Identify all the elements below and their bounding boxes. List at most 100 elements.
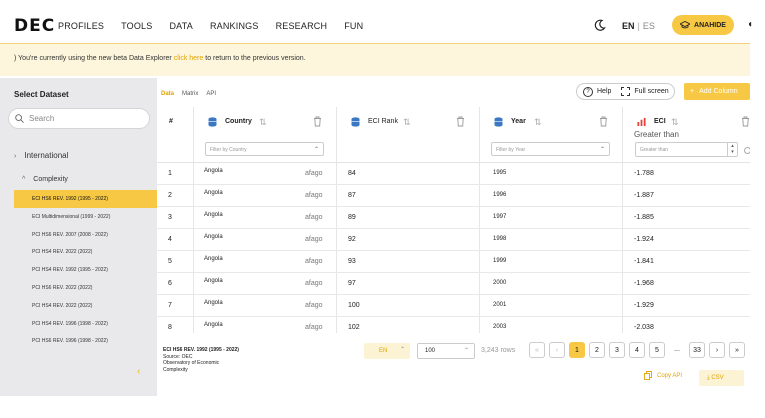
tab-matrix[interactable]: Matrix [182, 91, 198, 97]
nav-fun[interactable]: FUN [344, 21, 363, 31]
help-button[interactable]: Help [597, 88, 611, 95]
nav-profiles[interactable]: PROFILES [58, 21, 104, 31]
oec-logo[interactable]: DEC [14, 16, 55, 36]
table-row[interactable]: 3 Angola afago 89 1997 -1.885 [157, 207, 750, 229]
cell-country-id: afago [305, 236, 323, 243]
collapse-sidebar-icon[interactable]: ‹ [137, 366, 140, 377]
cell-year: 1996 [493, 192, 507, 198]
first-page-button[interactable]: « [529, 342, 545, 358]
dataset-search-input[interactable]: Search [8, 108, 150, 129]
page-button[interactable]: 4 [629, 342, 645, 358]
cell-year: 1998 [493, 236, 507, 242]
tree-group-complexity[interactable]: ^ Complexity [22, 176, 68, 183]
tree-group-international[interactable]: › International [14, 151, 68, 160]
banner-link[interactable]: click here [174, 55, 204, 62]
dataset-item[interactable]: PCI HS4 REV. 2022 (2022) [14, 297, 157, 315]
view-tabs: Data Matrix API [161, 91, 216, 97]
banner-text: ) You're currently using the new beta Da… [14, 55, 172, 62]
dataset-item[interactable]: PCI HS4 REV. 1992 (1995 - 2022) [14, 261, 157, 279]
cell-index: 4 [168, 236, 172, 243]
user-button[interactable]: ANAHIDE [672, 15, 734, 35]
nav-research[interactable]: RESEARCH [276, 21, 328, 31]
source-dataset-name: ECI HS6 REV. 1992 (1995 - 2022) [163, 347, 239, 353]
page-button[interactable]: 3 [609, 342, 625, 358]
copy-api-button[interactable]: Copy API [644, 371, 682, 380]
table-row[interactable]: 7 Angola afago 100 2001 -1.929 [157, 295, 750, 317]
banner-suffix: to return to the previous version. [205, 55, 306, 62]
chevron-updown-icon: ⌃ [399, 347, 405, 353]
country-filter-select[interactable]: Filter by Country ⌃ [205, 142, 324, 156]
trash-icon[interactable] [313, 116, 322, 127]
nav-data[interactable]: DATA [169, 21, 192, 31]
dataset-item[interactable]: ECI Multidimensional (1999 - 2022) [14, 208, 157, 226]
year-filter-select[interactable]: Filter by Year ⌃ [491, 142, 610, 156]
cell-eci: -1.841 [634, 258, 654, 265]
add-column-button[interactable]: + Add Column [684, 83, 750, 100]
rows-per-page-select[interactable]: 100 ⌃ [417, 343, 475, 359]
fullscreen-icon[interactable] [621, 87, 631, 96]
dataset-item[interactable]: PCI HS6 REV. 2022 (2022) [14, 279, 157, 297]
table-row[interactable]: 6 Angola afago 97 2000 -1.968 [157, 273, 750, 295]
prev-page-button[interactable]: ‹ [549, 342, 565, 358]
add-column-label: Add Column [699, 88, 738, 95]
next-page-button[interactable]: › [709, 342, 725, 358]
table-row[interactable]: 1 Angola afago 84 1995 -1.788 [157, 163, 750, 185]
dataset-list: ECI HS6 REV. 1992 (1995 - 2022) ECI Mult… [14, 190, 157, 350]
filter-mode-icon[interactable] [744, 147, 750, 154]
search-icon[interactable]: ◖ [747, 19, 753, 30]
cell-country-id: afago [305, 170, 323, 177]
cell-country: Angola [204, 168, 223, 174]
sort-icon[interactable]: ⇅ [403, 117, 411, 128]
tab-data[interactable]: Data [161, 91, 174, 97]
page-button[interactable]: 33 [689, 342, 705, 358]
page-button[interactable]: 1 [569, 342, 585, 358]
database-icon [208, 117, 217, 127]
nav-tools[interactable]: TOOLS [121, 21, 152, 31]
cell-year: 2000 [493, 280, 507, 286]
cell-country: Angola [204, 278, 223, 284]
table-row[interactable]: 2 Angola afago 87 1996 -1.887 [157, 185, 750, 207]
table-row[interactable]: 8 Angola afago 102 2003 -2.038 [157, 317, 750, 333]
column-rank-header[interactable]: ECI Rank [368, 118, 398, 125]
copy-api-label: Copy API [657, 372, 683, 379]
dataset-item[interactable]: PCI HS4 REV. 1996 (1998 - 2022) [14, 315, 157, 333]
cell-rank: 92 [348, 236, 356, 243]
lang-es[interactable]: ES [643, 21, 655, 31]
cell-year: 1997 [493, 214, 507, 220]
lang-en[interactable]: EN [622, 21, 635, 31]
column-eci-header[interactable]: ECI [654, 118, 666, 125]
nav-rankings[interactable]: RANKINGS [210, 21, 259, 31]
sort-icon[interactable]: ⇅ [671, 117, 679, 128]
dataset-item[interactable]: PCI HS6 REV. 2007 (2008 - 2022) [14, 226, 157, 244]
sort-icon[interactable]: ⇅ [534, 117, 542, 128]
trash-icon[interactable] [741, 116, 750, 127]
help-icon[interactable]: ? [583, 86, 593, 97]
source-line: Source: OEC [163, 353, 193, 360]
dataset-item[interactable]: PCI HS4 REV. 2022 (2022) [14, 243, 157, 261]
dataset-item[interactable]: ECI HS6 REV. 1992 (1995 - 2022) [14, 190, 157, 208]
stepper-icon[interactable]: ▴ ▾ [727, 143, 737, 156]
fullscreen-button[interactable]: Full screen [634, 88, 668, 95]
cell-rank: 100 [348, 302, 360, 309]
column-year-header[interactable]: Year [511, 118, 526, 125]
cell-eci: -1.924 [634, 236, 654, 243]
trash-icon[interactable] [456, 116, 465, 127]
eci-greater-than-input[interactable]: Greater than ▴ ▾ [635, 142, 738, 157]
trash-icon[interactable] [599, 116, 608, 127]
last-page-button[interactable]: » [729, 342, 745, 358]
page-button[interactable]: 5 [649, 342, 665, 358]
table-row[interactable]: 4 Angola afago 92 1998 -1.924 [157, 229, 750, 251]
cell-year: 1995 [493, 170, 507, 176]
cell-year: 2001 [493, 302, 507, 308]
cell-country: Angola [204, 300, 223, 306]
sort-icon[interactable]: ⇅ [259, 117, 267, 128]
tab-api[interactable]: API [206, 91, 216, 97]
column-country-header[interactable]: Country [225, 118, 252, 125]
table-row[interactable]: 5 Angola afago 93 1999 -1.841 [157, 251, 750, 273]
bar-chart-icon [637, 117, 646, 127]
language-select[interactable]: EN ⌃ [364, 343, 410, 359]
download-csv-button[interactable]: ⤓ CSV [699, 370, 744, 386]
page-button[interactable]: 2 [589, 342, 605, 358]
moon-icon[interactable] [594, 19, 606, 31]
dataset-item[interactable]: PCI HS6 REV. 1996 (1998 - 2022) [14, 332, 157, 350]
